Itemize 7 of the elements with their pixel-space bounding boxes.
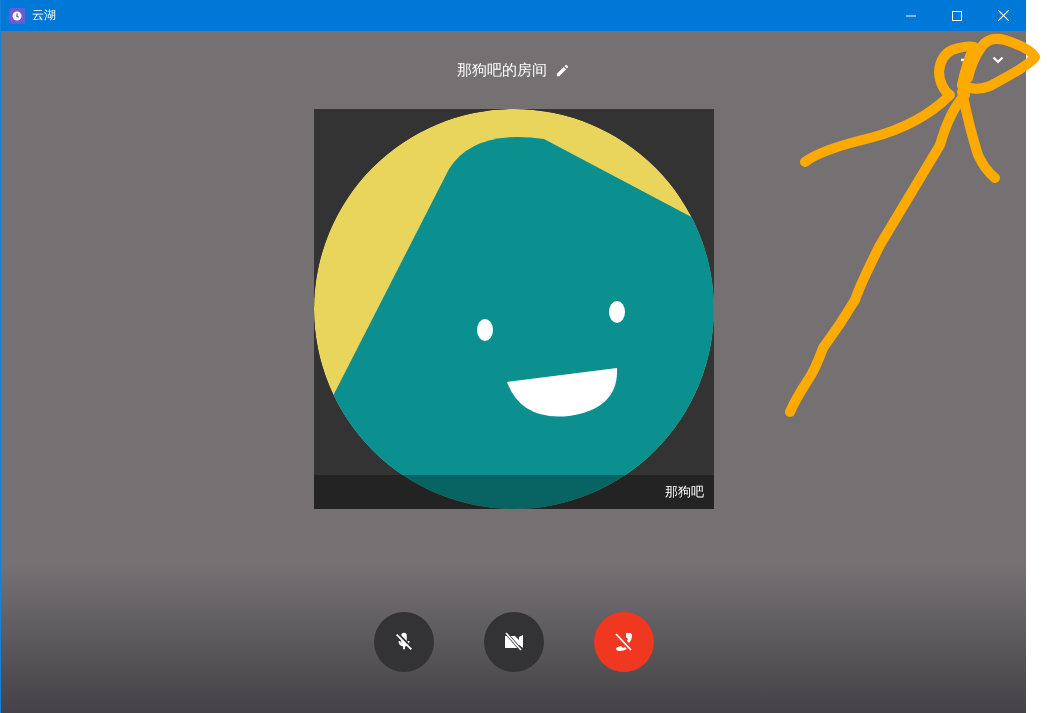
maximize-icon <box>952 10 962 21</box>
room-title: 那狗吧的房间 <box>457 60 547 80</box>
participant-name: 那狗吧 <box>664 483 704 501</box>
close-icon <box>997 10 1009 21</box>
window-title: 云湖 <box>32 7 57 24</box>
app-logo-icon <box>9 7 25 24</box>
edit-button[interactable] <box>555 62 570 78</box>
